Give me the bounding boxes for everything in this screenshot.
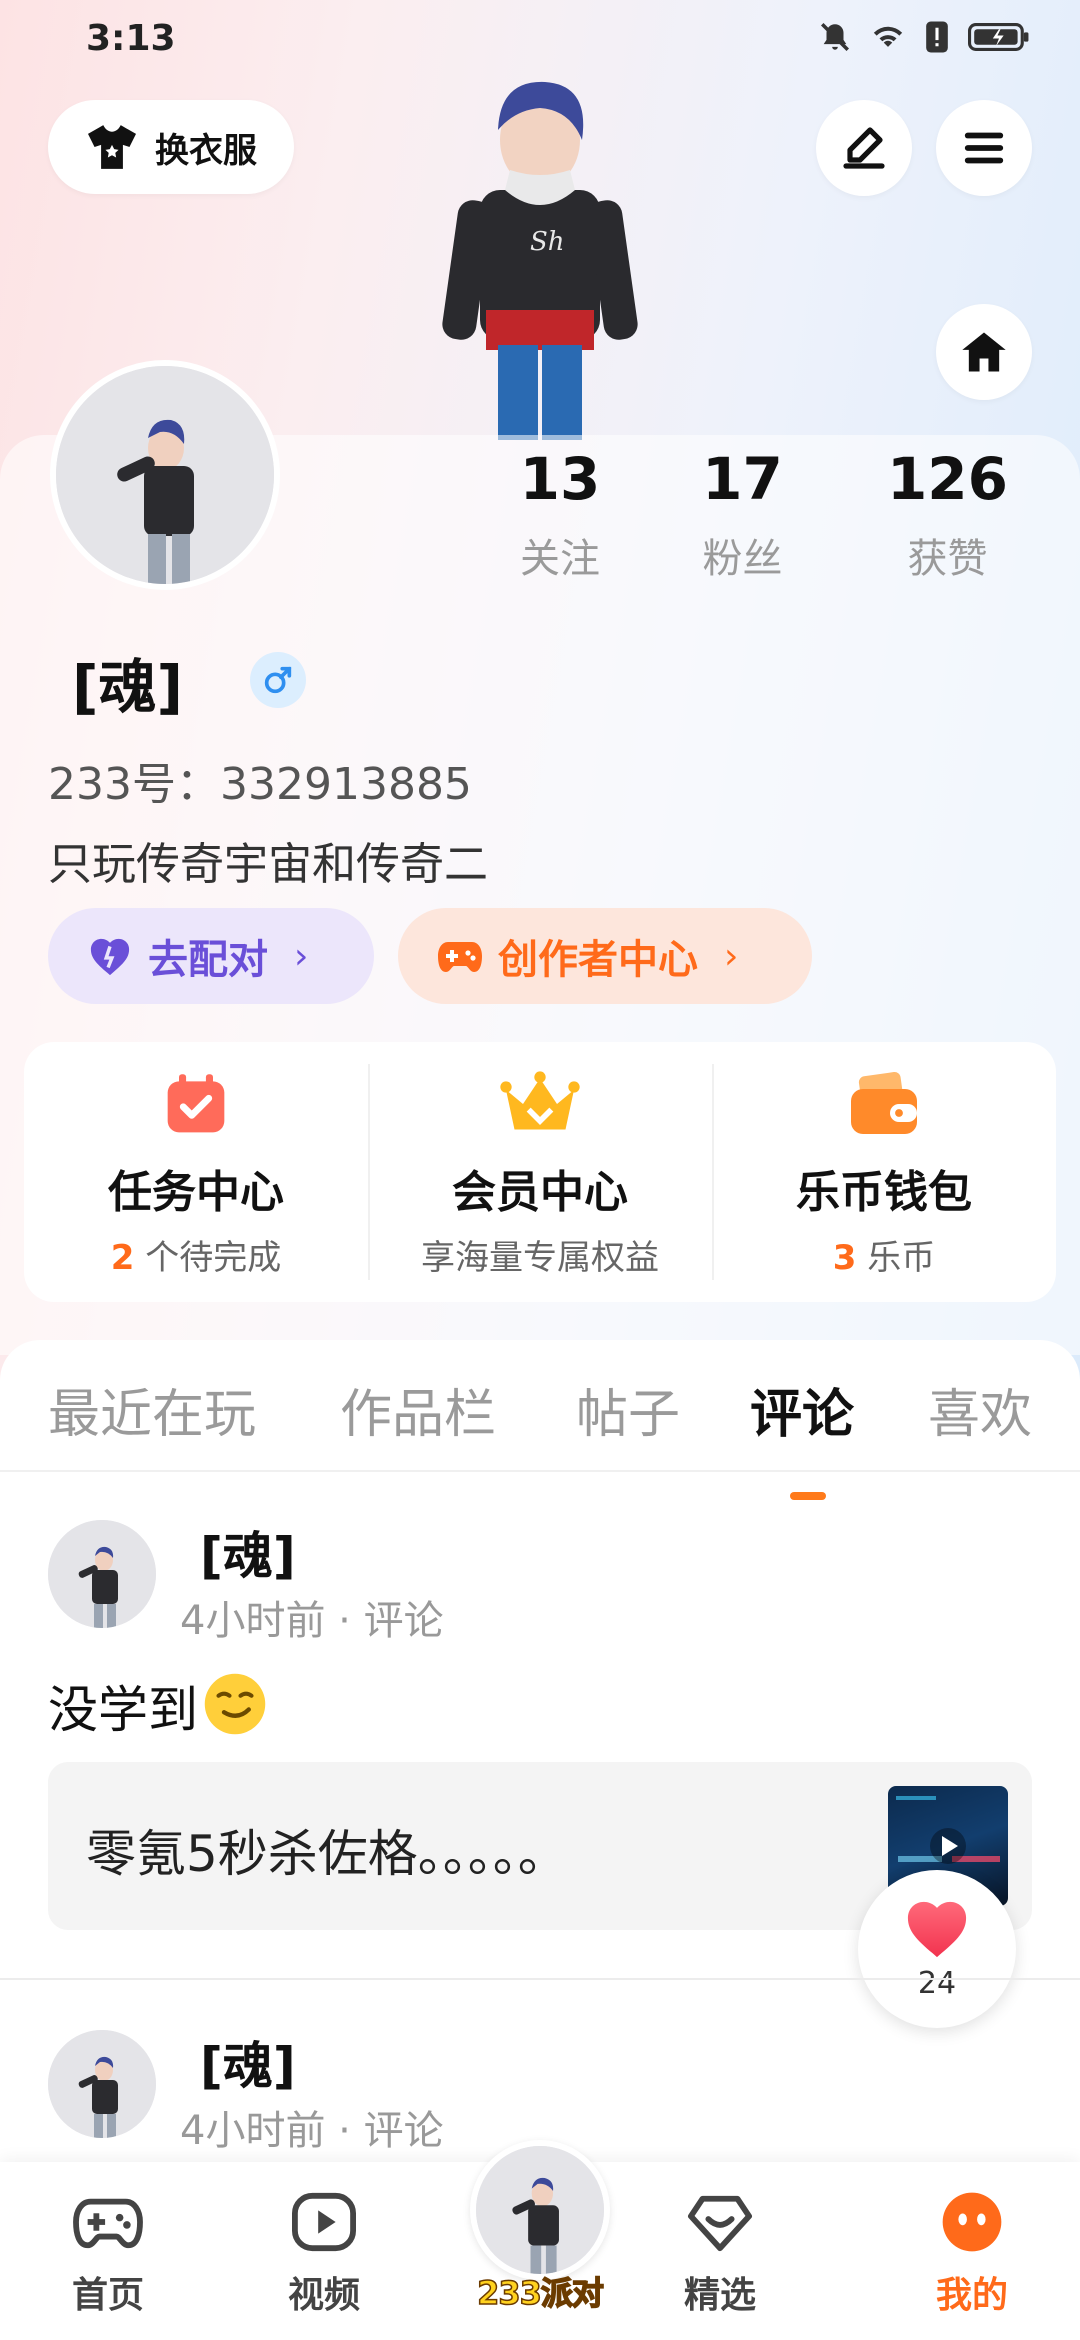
active-tab-indicator [790, 1492, 826, 1500]
calendar-check-icon [167, 1074, 225, 1133]
match-label: 去配对 [148, 937, 268, 983]
stat-value: 13 [519, 445, 601, 513]
avatar-image [48, 1520, 156, 1628]
status-bar: 3:13 [0, 0, 1080, 80]
shirt-icon [88, 125, 136, 169]
quick-entries-card: 任务中心 2 个待完成 会员中心 享海量专属权益 乐币钱包 3 乐币 [24, 1042, 1056, 1302]
comment-text: 没学到 [48, 1670, 268, 1742]
profile-avatar[interactable] [50, 360, 280, 590]
entry-subtitle: 3 乐币 [712, 1230, 1056, 1279]
nav-mine[interactable]: 我的 [892, 2190, 1052, 2318]
nav-label: 视频 [287, 2275, 360, 2316]
stats-row: 13 关注 17 粉丝 126 获赞 [480, 450, 1060, 584]
profile-tabs: 最近在玩 作品栏 帖子 评论 喜欢 [0, 1372, 1080, 1500]
stat-value: 126 [886, 445, 1009, 513]
heart-gem-icon [688, 2195, 752, 2252]
change-outfit-label: 换衣服 [155, 130, 257, 171]
comment-author-name[interactable]: [魂] [200, 1516, 296, 1588]
edit-profile-button[interactable] [816, 100, 912, 196]
entry-subtitle: 2 个待完成 [24, 1230, 368, 1279]
avatar-3d-figure: Sh [442, 81, 638, 440]
creator-center-button[interactable]: 创作者中心 › [398, 908, 812, 1004]
chevron-right-icon: › [294, 935, 309, 977]
stat-label: 获赞 [907, 536, 988, 582]
user-bio: 只玩传奇宇宙和传奇二 [48, 839, 488, 890]
nav-label: 精选 [683, 2275, 756, 2316]
nav-label: 我的 [935, 2275, 1008, 2316]
party-avatar-button[interactable] [470, 2140, 610, 2280]
avatar-image [56, 366, 274, 584]
heart-icon [907, 1901, 967, 1958]
creator-center-label: 创作者中心 [498, 937, 698, 983]
entry-title: 会员中心 [452, 1167, 628, 1218]
coin-wallet-entry[interactable]: 乐币钱包 3 乐币 [712, 1042, 1056, 1302]
coin-count: 3 [832, 1238, 857, 1278]
heart-icon [90, 938, 130, 976]
user-id: 233号：332913885 [48, 759, 472, 810]
stat-followers[interactable]: 17 粉丝 [640, 450, 845, 584]
party-label: 233派对 [476, 2273, 604, 2313]
smile-face-icon [942, 2192, 1002, 2252]
like-count: 24 [917, 1966, 957, 2001]
status-time: 3:13 [86, 18, 176, 59]
task-center-entry[interactable]: 任务中心 2 个待完成 [24, 1042, 368, 1302]
tab-likes[interactable]: 喜欢 [928, 1372, 1032, 1447]
comment-text-content: 没学到 [48, 1681, 198, 1739]
membership-center-entry[interactable]: 会员中心 享海量专属权益 [368, 1042, 712, 1302]
nav-label: 首页 [71, 2275, 144, 2316]
gamepad-icon [73, 2198, 143, 2249]
entry-subtitle: 享海量专属权益 [421, 1238, 659, 1278]
pen-icon [843, 127, 885, 169]
stat-following[interactable]: 13 关注 [480, 450, 640, 584]
mute-icon [820, 22, 850, 52]
comment-meta: 4小时前 · 评论 [180, 2108, 444, 2154]
stat-label: 关注 [520, 536, 600, 582]
quoted-post-title: 零氪5秒杀佐格。。。。。 [86, 1825, 568, 1883]
crown-icon [500, 1071, 580, 1130]
avatar-image [48, 2030, 156, 2138]
video-play-icon [292, 2192, 356, 2252]
tab-works[interactable]: 作品栏 [340, 1372, 496, 1447]
tab-posts[interactable]: 帖子 [576, 1372, 680, 1447]
comment-author-avatar[interactable] [48, 2030, 156, 2138]
entry-subtitle-text: 个待完成 [145, 1238, 282, 1278]
entry-subtitle-text: 乐币 [867, 1238, 936, 1278]
menu-icon [964, 132, 1004, 164]
entry-title: 乐币钱包 [796, 1167, 972, 1218]
status-icons [818, 20, 1030, 54]
smirk-emoji-icon [204, 1673, 266, 1735]
menu-button[interactable] [936, 100, 1032, 196]
nav-video[interactable]: 视频 [244, 2190, 404, 2318]
comment-meta: 4小时前 · 评论 [180, 1598, 444, 1644]
home-scene-button[interactable] [936, 304, 1032, 400]
wallet-icon [851, 1071, 917, 1134]
tab-comments[interactable]: 评论 [750, 1372, 854, 1447]
gamepad-icon [438, 942, 482, 972]
tab-recent-play[interactable]: 最近在玩 [48, 1372, 256, 1447]
username: [魂] [72, 653, 184, 721]
task-count: 2 [110, 1238, 135, 1278]
stat-value: 17 [702, 445, 783, 513]
nav-home[interactable]: 首页 [28, 2190, 188, 2318]
tabs-divider [0, 1470, 1080, 1472]
svg-text:Sh: Sh [530, 227, 565, 257]
chevron-right-icon: › [724, 935, 739, 977]
stat-label: 粉丝 [702, 536, 783, 582]
comment-author-avatar[interactable] [48, 1520, 156, 1628]
entry-title: 任务中心 [108, 1167, 284, 1218]
match-button[interactable]: 去配对 › [48, 908, 374, 1004]
nav-featured[interactable]: 精选 [640, 2190, 800, 2318]
house-icon [962, 332, 1006, 372]
like-button[interactable]: 24 [858, 1870, 1016, 2028]
stat-likes[interactable]: 126 获赞 [845, 450, 1050, 584]
avatar-image [476, 2146, 604, 2274]
male-gender-icon [250, 652, 306, 708]
battery-icon [968, 23, 1029, 51]
change-outfit-button[interactable]: 换衣服 [48, 100, 294, 194]
comment-author-name[interactable]: [魂] [200, 2026, 296, 2098]
sim-alert-icon [926, 21, 948, 53]
comment-separator [0, 1978, 1080, 1980]
wifi-icon [873, 26, 903, 47]
